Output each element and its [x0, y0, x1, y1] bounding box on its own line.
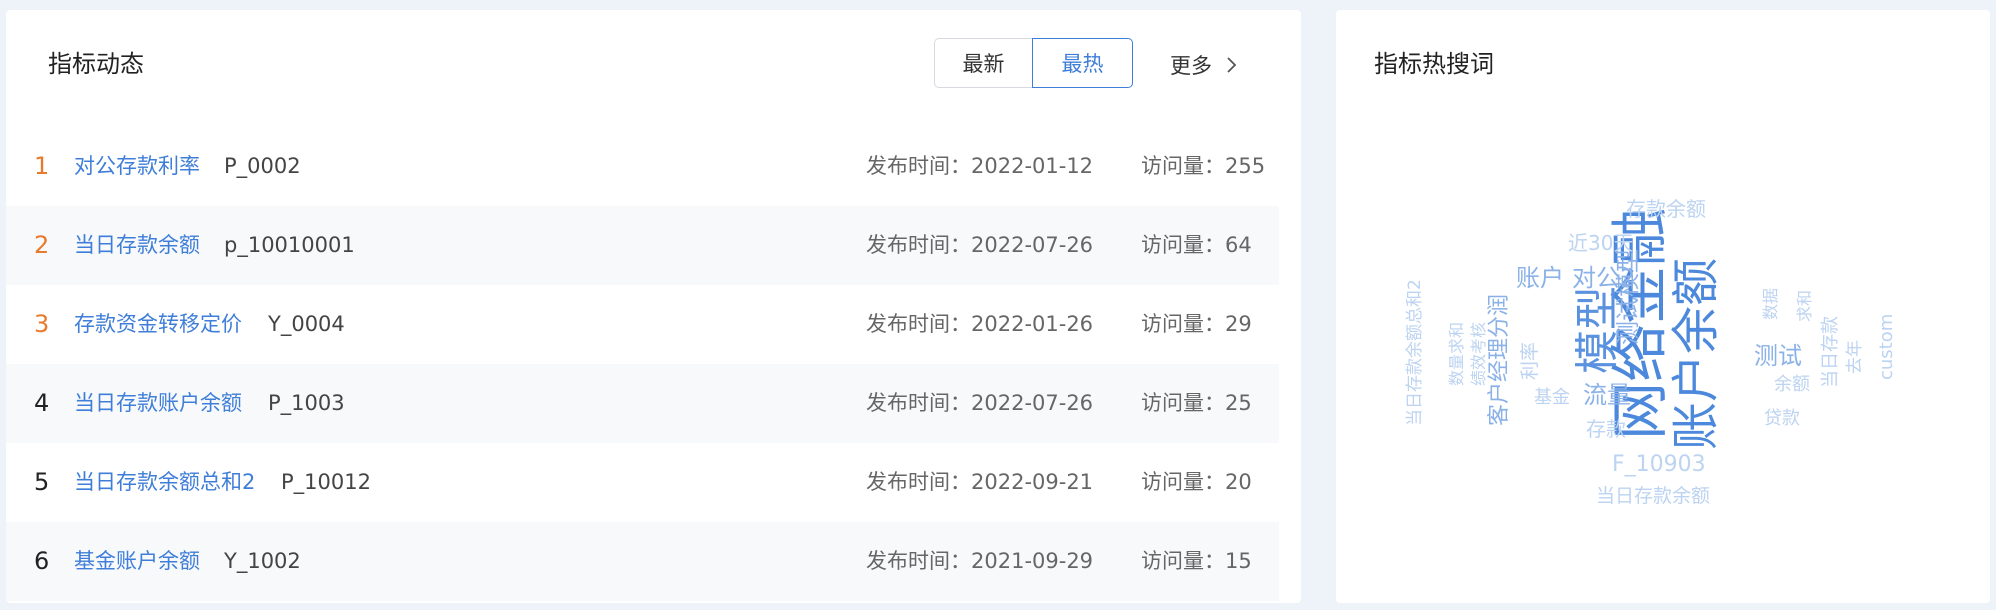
cloud-word[interactable]: 对公2	[1572, 264, 1635, 292]
more-label: 更多	[1170, 54, 1212, 78]
rank-number: 1	[34, 152, 50, 180]
table-row: 5 当日存款余额总和2 P_10012 发布时间：2022-09-21 访问量：…	[6, 443, 1279, 522]
indicator-code: P_10012	[281, 470, 371, 494]
indicator-name-link[interactable]: 对公存款利率	[74, 127, 200, 206]
more-link[interactable]: 更多	[1170, 50, 1238, 80]
cloud-word[interactable]: custom	[1876, 314, 1897, 380]
table-row: 2 当日存款余额 p_10010001 发布时间：2022-07-26 访问量：…	[6, 206, 1279, 285]
cloud-word[interactable]: 绩效考核	[1469, 322, 1488, 386]
visit-count: 访问量：20	[1141, 470, 1252, 494]
publish-date: 发布时间：2022-07-26	[866, 391, 1094, 415]
indicator-name-link[interactable]: 基金账户余额	[74, 522, 200, 601]
visit-count: 访问量：255	[1141, 154, 1266, 178]
table-row: 4 当日存款账户余额 P_1003 发布时间：2022-07-26 访问量：25	[6, 364, 1279, 443]
indicator-code: p_10010001	[224, 233, 355, 257]
rank-number: 4	[34, 389, 50, 417]
publish-date: 发布时间：2021-09-29	[866, 549, 1094, 573]
cloud-word[interactable]: 利率	[1519, 342, 1541, 380]
cloud-word[interactable]: 账户余额	[1668, 258, 1724, 450]
cloud-word[interactable]: 测试	[1754, 342, 1802, 370]
cloud-word[interactable]: 存款	[1586, 417, 1626, 441]
indicator-code: Y_0004	[268, 312, 345, 336]
indicator-list: 1 对公存款利率 P_0002 发布时间：2022-01-12 访问量：25 5 …	[6, 127, 1279, 601]
indicator-name-link[interactable]: 当日存款余额	[74, 206, 200, 285]
cloud-word[interactable]: 当日存款余额	[1596, 485, 1710, 507]
hot-search-words-panel: 指标热搜词 网络金融 账户余额 模型 测试模型 账户 对公2 近30天 存款余额…	[1336, 10, 1990, 603]
indicator-name-link[interactable]: 存款资金转移定价	[74, 285, 242, 364]
cloud-word[interactable]: 流量	[1583, 381, 1631, 409]
indicator-code: P_0002	[224, 154, 301, 178]
indicator-code: Y_1002	[224, 549, 301, 573]
indicator-name-link[interactable]: 当日存款账户余额	[74, 364, 242, 443]
visit-count: 访问量：15	[1141, 549, 1252, 573]
cloud-word[interactable]: 数据	[1761, 288, 1780, 320]
table-row: 3 存款资金转移定价 Y_0004 发布时间：2022-01-26 访问量：29	[6, 285, 1279, 364]
cloud-word[interactable]: 客户经理分润	[1487, 294, 1512, 426]
rank-number: 2	[34, 231, 50, 259]
word-cloud: 网络金融 账户余额 模型 测试模型 账户 对公2 近30天 存款余额 客户经理分…	[1405, 197, 1897, 507]
cloud-word[interactable]: 基金	[1534, 387, 1570, 408]
chevron-right-icon	[1227, 57, 1237, 73]
cloud-word[interactable]: 求和	[1795, 290, 1814, 322]
tab-latest[interactable]: 最新	[934, 38, 1032, 88]
table-row: 1 对公存款利率 P_0002 发布时间：2022-01-12 访问量：255	[6, 127, 1279, 206]
publish-date: 发布时间：2022-09-21	[866, 470, 1094, 494]
publish-date: 发布时间：2022-01-12	[866, 154, 1094, 178]
cloud-word[interactable]: 贷款	[1764, 408, 1800, 429]
cloud-word[interactable]: 数量求和	[1447, 322, 1466, 386]
indicator-dynamics-panel: 指标动态 最新 最热 更多 1 对公存款利率 P_0002 发布时间：2022-…	[6, 10, 1301, 603]
indicator-name-link[interactable]: 当日存款余额总和2	[74, 443, 255, 522]
cloud-word[interactable]: 存款余额	[1626, 197, 1706, 221]
cloud-word[interactable]: 当日存款余额总和2	[1405, 279, 1425, 426]
cloud-word[interactable]: F_10903	[1612, 452, 1706, 477]
rank-number: 3	[34, 310, 50, 338]
tab-hottest[interactable]: 最热	[1032, 38, 1133, 88]
publish-date: 发布时间：2022-01-26	[866, 312, 1094, 336]
visit-count: 访问量：64	[1141, 233, 1252, 257]
publish-date: 发布时间：2022-07-26	[866, 233, 1094, 257]
rank-number: 5	[34, 468, 50, 496]
table-row: 6 基金账户余额 Y_1002 发布时间：2021-09-29 访问量：15	[6, 522, 1279, 601]
cloud-word[interactable]: 近30天	[1568, 231, 1633, 255]
cloud-word[interactable]: 去年	[1845, 340, 1865, 374]
cloud-word[interactable]: 账户	[1516, 264, 1564, 292]
visit-count: 访问量：29	[1141, 312, 1252, 336]
sort-tabs: 最新 最热	[934, 38, 1133, 88]
visit-count: 访问量：25	[1141, 391, 1252, 415]
cloud-word[interactable]: 当日存款	[1820, 316, 1841, 388]
rank-number: 6	[34, 547, 50, 575]
panel-title: 指标动态	[48, 50, 144, 78]
indicator-code: P_1003	[268, 391, 345, 415]
cloud-word[interactable]: 余额	[1774, 374, 1810, 395]
